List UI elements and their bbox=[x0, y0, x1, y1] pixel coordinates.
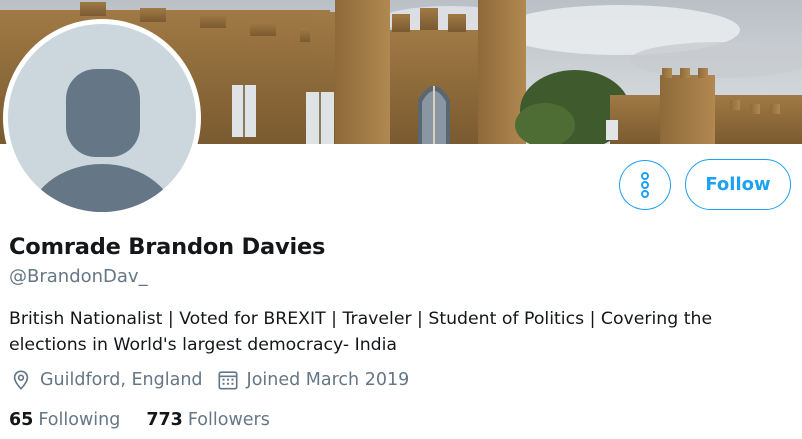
more-options-button[interactable] bbox=[619, 160, 671, 210]
following-count: 65 bbox=[9, 410, 34, 430]
location-text: Guildford, England bbox=[40, 370, 203, 390]
profile-avatar[interactable] bbox=[3, 19, 201, 217]
following-label: Following bbox=[38, 410, 121, 430]
followers-label: Followers bbox=[187, 410, 270, 430]
profile-location: Guildford, England bbox=[10, 369, 203, 391]
followers-count: 773 bbox=[146, 410, 183, 430]
joined-text: Joined March 2019 bbox=[246, 370, 410, 390]
more-vertical-icon bbox=[641, 172, 649, 198]
following-link[interactable]: 65 Following bbox=[9, 410, 120, 430]
profile-handle: @BrandonDav_ bbox=[9, 266, 148, 287]
profile-bio: British Nationalist | Voted for BREXIT |… bbox=[9, 309, 713, 355]
profile-meta: Guildford, England Joined March 2019 bbox=[10, 369, 423, 391]
profile-name: Comrade Brandon Davies bbox=[9, 234, 326, 260]
calendar-icon bbox=[217, 371, 238, 390]
location-pin-icon bbox=[13, 370, 29, 390]
profile-join-date: Joined March 2019 bbox=[217, 369, 410, 391]
followers-link[interactable]: 773 Followers bbox=[146, 410, 270, 430]
profile-stats: 65 Following 773 Followers bbox=[9, 410, 296, 430]
follow-button[interactable]: Follow bbox=[685, 159, 791, 210]
default-avatar-icon bbox=[8, 24, 196, 212]
